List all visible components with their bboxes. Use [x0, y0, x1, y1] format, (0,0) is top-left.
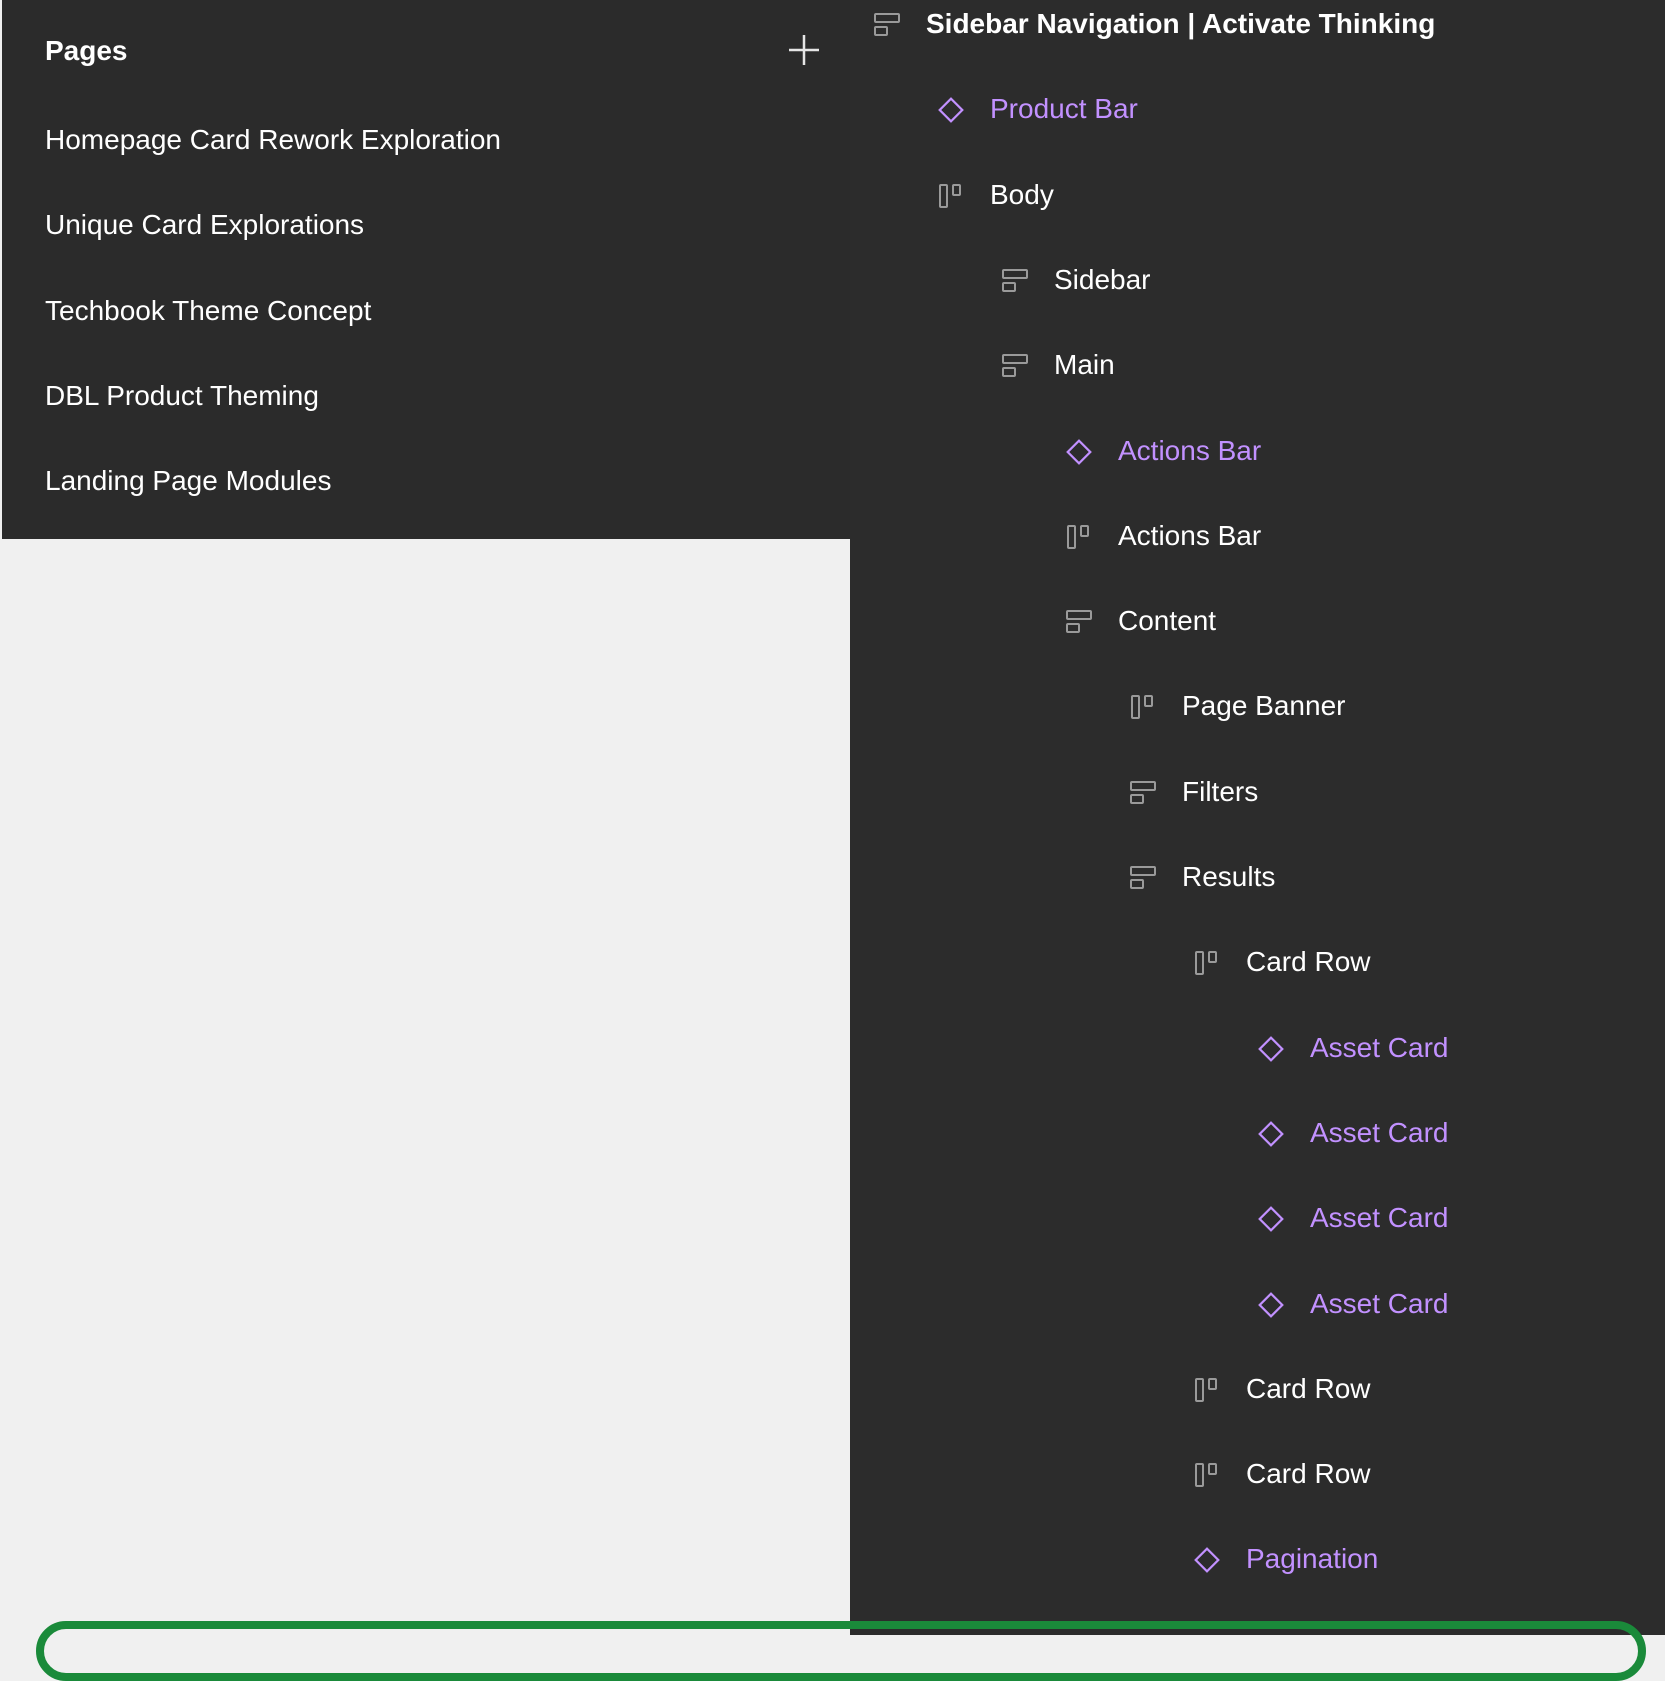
pages-header: Pages [2, 0, 850, 100]
layer-row-actions-bar[interactable]: Actions Bar [850, 409, 1665, 494]
layer-row-sidebar[interactable]: Sidebar [850, 238, 1665, 323]
layer-row-product-bar[interactable]: Product Bar [850, 67, 1665, 152]
component-instance-icon [1254, 1117, 1288, 1151]
page-item-label: Techbook Theme Concept [45, 294, 372, 326]
vertical-auto-layout-icon [1062, 605, 1096, 639]
page-list: Homepage Card Rework Exploration Unique … [2, 100, 850, 526]
layer-label: Actions Bar [1118, 519, 1262, 551]
component-instance-icon [1254, 1288, 1288, 1322]
vertical-auto-layout-icon [1126, 776, 1160, 810]
vertical-auto-layout-icon [870, 8, 904, 42]
vertical-auto-layout-icon [998, 264, 1032, 298]
layer-label: Card Row [1246, 1458, 1371, 1490]
page-item-label: Unique Card Explorations [45, 209, 365, 241]
horizontal-auto-layout-icon [1190, 1373, 1224, 1407]
layer-row-asset-card[interactable]: Asset Card [850, 1262, 1665, 1347]
page-item-homepage-card-rework-exploration[interactable]: Homepage Card Rework Exploration [2, 100, 850, 185]
layer-label: Main [1054, 349, 1115, 381]
vertical-auto-layout-icon [998, 349, 1032, 383]
page-item-label: Homepage Card Rework Exploration [45, 124, 501, 155]
layer-row-page-banner[interactable]: Page Banner [850, 664, 1665, 749]
pages-title: Pages [45, 35, 128, 66]
component-instance-icon [934, 93, 968, 127]
layer-label: Asset Card [1310, 1287, 1449, 1319]
layer-row-results[interactable]: Results [850, 835, 1665, 920]
layer-row-pagination[interactable]: Pagination [850, 1517, 1665, 1602]
horizontal-auto-layout-icon [1126, 690, 1160, 724]
page-item-dbl-product-theming[interactable]: DBL Product Theming [2, 356, 850, 441]
page-item-label: Landing Page Modules [45, 465, 332, 497]
pages-panel: Pages Homepage Card Rework Exploration U… [2, 0, 850, 539]
layer-label: Sidebar [1054, 263, 1151, 295]
layer-row-content[interactable]: Content [850, 579, 1665, 664]
layer-row-asset-card[interactable]: Asset Card [850, 1091, 1665, 1176]
horizontal-auto-layout-icon [934, 179, 968, 213]
component-instance-icon [1254, 1032, 1288, 1066]
layer-row-card-row[interactable]: Card Row [850, 1347, 1665, 1432]
layer-row-main[interactable]: Main [850, 323, 1665, 408]
component-instance-icon [1190, 1543, 1224, 1577]
page-item-techbook-theme-concept[interactable]: Techbook Theme Concept [2, 271, 850, 356]
page-item-unique-card-explorations[interactable]: Unique Card Explorations [2, 185, 850, 270]
page-item-label: DBL Product Theming [45, 379, 319, 411]
component-instance-icon [1254, 1202, 1288, 1236]
layer-row-card-row[interactable]: Card Row [850, 920, 1665, 1005]
layer-label: Content [1118, 605, 1217, 637]
layer-label: Sidebar Navigation | Activate Thinking [926, 8, 1436, 39]
layer-label: Filters [1182, 775, 1259, 807]
layer-label: Card Row [1246, 946, 1371, 978]
layer-label: Results [1182, 861, 1276, 892]
layers-panel: Sidebar Navigation | Activate Thinking Pr… [850, 0, 1665, 1635]
layer-row-filters[interactable]: Filters [850, 750, 1665, 835]
layer-row-body[interactable]: Body [850, 153, 1665, 238]
horizontal-auto-layout-icon [1062, 520, 1096, 554]
layer-row-asset-card[interactable]: Asset Card [850, 1006, 1665, 1091]
add-page-button[interactable] [784, 30, 824, 70]
layer-label: Pagination [1246, 1543, 1379, 1575]
page-item-landing-page-modules[interactable]: Landing Page Modules [2, 441, 850, 526]
component-instance-icon [1062, 435, 1096, 469]
layer-label: Body [990, 178, 1054, 210]
vertical-auto-layout-icon [1126, 861, 1160, 895]
layer-label: Asset Card [1310, 1202, 1449, 1234]
layer-label: Asset Card [1310, 1031, 1449, 1063]
layer-row-actions-bar[interactable]: Actions Bar [850, 494, 1665, 579]
horizontal-auto-layout-icon [1190, 946, 1224, 980]
layer-row-card-row[interactable]: Card Row [850, 1432, 1665, 1517]
layer-label: Card Row [1246, 1372, 1371, 1404]
horizontal-auto-layout-icon [1190, 1458, 1224, 1492]
layer-row-asset-card[interactable]: Asset Card [850, 1176, 1665, 1261]
layer-label: Page Banner [1182, 690, 1346, 722]
layer-label: Actions Bar [1118, 434, 1262, 466]
selection-highlight-frame [36, 1621, 1646, 1681]
plus-icon [789, 35, 819, 65]
layer-row-sidebar-navigation-activate-thinking[interactable]: Sidebar Navigation | Activate Thinking [850, 0, 1665, 67]
layer-label: Product Bar [990, 93, 1138, 125]
layer-label: Asset Card [1310, 1116, 1449, 1148]
